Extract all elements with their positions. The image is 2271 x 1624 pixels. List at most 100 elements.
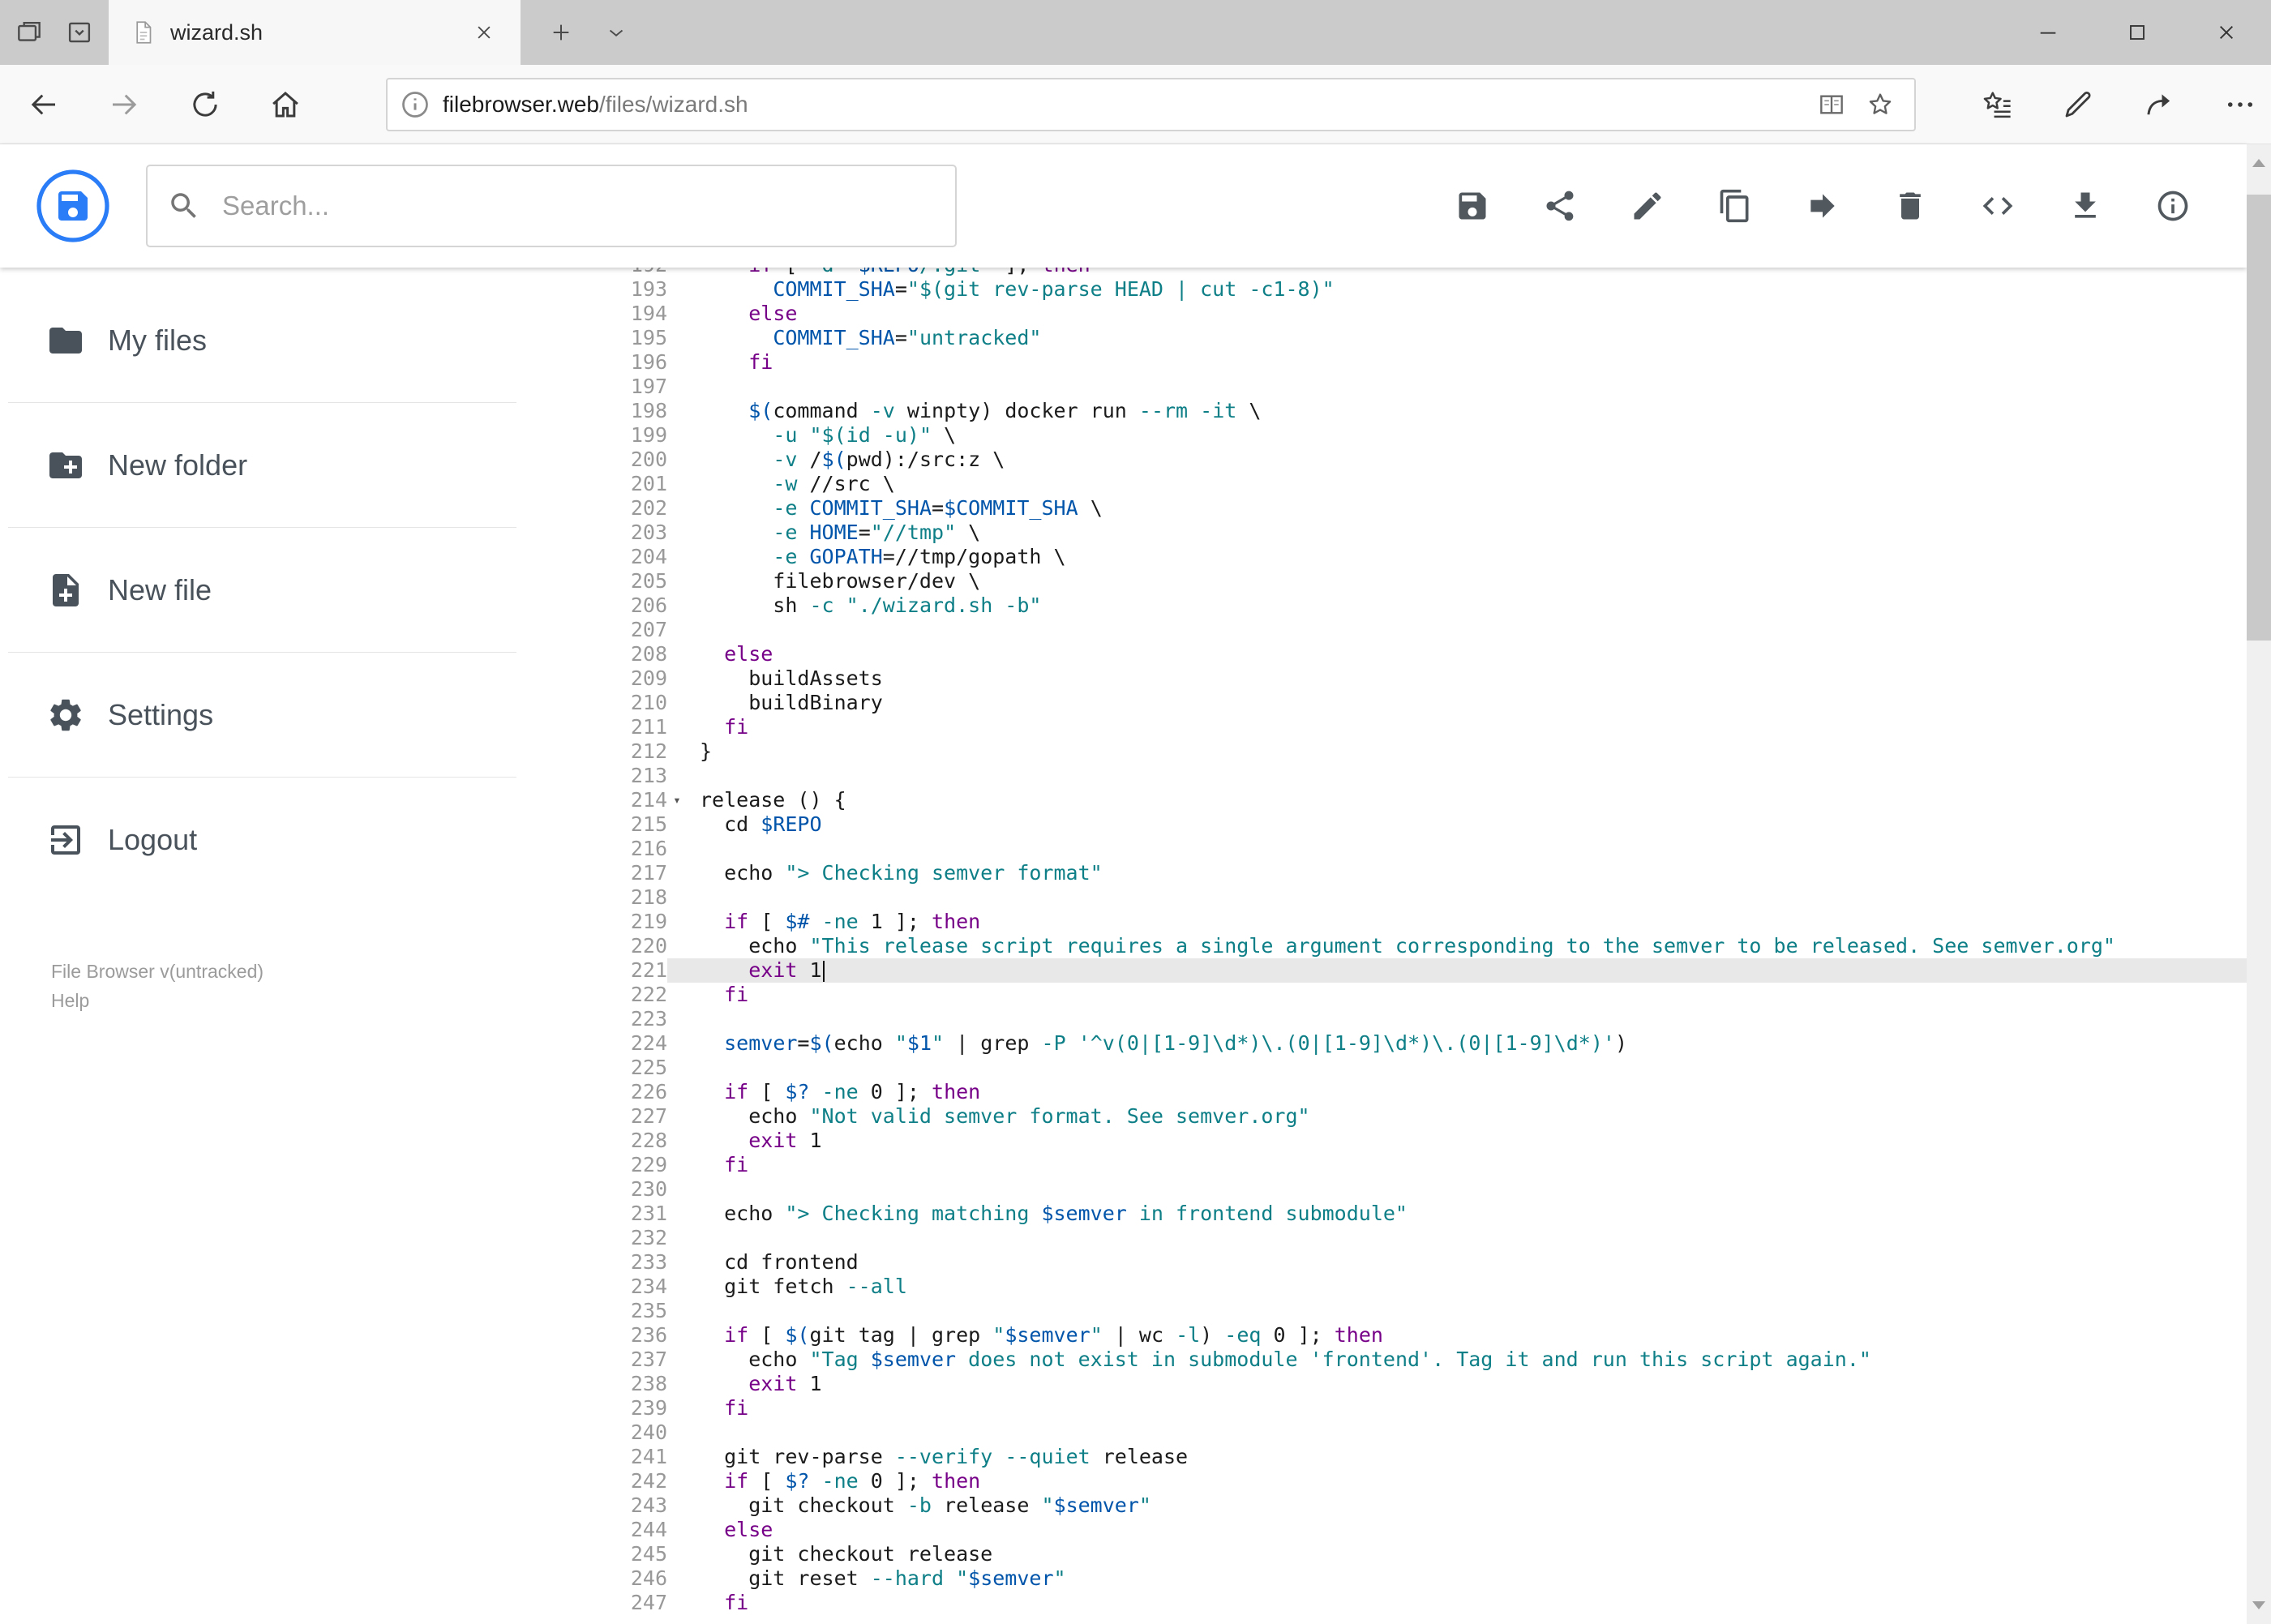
back-button[interactable]	[15, 75, 73, 134]
code-line[interactable]: 208 else	[521, 642, 2247, 666]
code-line[interactable]: 214 ▾ release () {	[521, 788, 2247, 812]
code-line[interactable]: 238 exit 1	[521, 1372, 2247, 1396]
code-line[interactable]: 241 git rev-parse --verify --quiet relea…	[521, 1445, 2247, 1469]
code-line[interactable]: 232	[521, 1226, 2247, 1250]
code-line[interactable]: 206 sh -c "./wizard.sh -b"	[521, 593, 2247, 618]
delete-button[interactable]	[1879, 175, 1941, 237]
code-line[interactable]: 229 fi	[521, 1153, 2247, 1177]
sidebar-item-new-file[interactable]: New file	[0, 528, 521, 653]
code-line[interactable]: 203 -e HOME="//tmp" \	[521, 521, 2247, 545]
code-line[interactable]: 219 if [ $# -ne 1 ]; then	[521, 910, 2247, 934]
code-line[interactable]: 223	[521, 1007, 2247, 1031]
code-line[interactable]: 236 if [ $(git tag | grep "$semver" | wc…	[521, 1323, 2247, 1348]
url-field[interactable]: filebrowser.web/files/wizard.sh	[386, 77, 1916, 131]
code-line[interactable]: 226 if [ $? -ne 0 ]; then	[521, 1080, 2247, 1104]
code-line[interactable]: 204 -e GOPATH=//tmp/gopath \	[521, 545, 2247, 569]
close-window-button[interactable]	[2182, 0, 2271, 65]
code-line[interactable]: 240	[521, 1420, 2247, 1445]
code-line[interactable]: 207	[521, 618, 2247, 642]
code-line[interactable]: 233 cd frontend	[521, 1250, 2247, 1275]
code-line[interactable]: 220 echo "This release script requires a…	[521, 934, 2247, 958]
code-line[interactable]: 200 -v /$(pwd):/src:z \	[521, 448, 2247, 472]
code-line[interactable]: 194 else	[521, 302, 2247, 326]
code-line[interactable]: 244 else	[521, 1518, 2247, 1542]
code-line[interactable]: 217 echo "> Checking semver format"	[521, 861, 2247, 885]
code-line[interactable]: 193 COMMIT_SHA="$(git rev-parse HEAD | c…	[521, 277, 2247, 302]
code-line[interactable]: 196 fi	[521, 350, 2247, 375]
code-line[interactable]: 212}	[521, 739, 2247, 764]
code-line[interactable]: 235	[521, 1299, 2247, 1323]
minimize-button[interactable]	[2003, 0, 2093, 65]
sidebar-item-settings[interactable]: Settings	[0, 653, 521, 778]
code-line[interactable]: 199 -u "$(id -u)" \	[521, 423, 2247, 448]
code-line[interactable]: 247 fi	[521, 1591, 2247, 1615]
new-tab-button[interactable]	[538, 0, 584, 65]
sidebar-item-logout[interactable]: Logout	[0, 778, 521, 902]
filebrowser-logo[interactable]	[34, 167, 112, 245]
tab-list-button[interactable]	[593, 0, 639, 65]
refresh-button[interactable]	[176, 75, 234, 134]
code-line[interactable]: 201 -w //src \	[521, 472, 2247, 496]
code-line[interactable]: 215 cd $REPO	[521, 812, 2247, 837]
code-line[interactable]: 237 echo "Tag $semver does not exist in …	[521, 1348, 2247, 1372]
code-line[interactable]: 243 git checkout -b release "$semver"	[521, 1493, 2247, 1518]
home-button[interactable]	[257, 75, 315, 134]
tab-preview-button[interactable]	[62, 15, 97, 50]
code-line[interactable]: 231 echo "> Checking matching $semver in…	[521, 1202, 2247, 1226]
maximize-button[interactable]	[2093, 0, 2182, 65]
code-line[interactable]: 218	[521, 885, 2247, 910]
forward-button[interactable]	[96, 75, 154, 134]
code-line[interactable]: 221 exit 1	[521, 958, 2247, 983]
code-line[interactable]: 192 if [ -d "$REPO/.git" ]; then	[521, 268, 2247, 277]
sidebar-item-new-folder[interactable]: New folder	[0, 403, 521, 528]
code-line[interactable]: 205 filebrowser/dev \	[521, 569, 2247, 593]
code-line[interactable]: 234 git fetch --all	[521, 1275, 2247, 1299]
add-favorite-button[interactable]	[1859, 84, 1901, 126]
hub-button[interactable]	[1966, 75, 2028, 134]
search-box[interactable]	[146, 165, 957, 247]
vertical-scrollbar[interactable]	[2247, 144, 2271, 1624]
tab-close-button[interactable]	[472, 18, 501, 47]
download-button[interactable]	[2055, 175, 2116, 237]
code-line[interactable]: 202 -e COMMIT_SHA=$COMMIT_SHA \	[521, 496, 2247, 521]
code-line[interactable]: 246 git reset --hard "$semver"	[521, 1566, 2247, 1591]
set-tabs-aside-button[interactable]	[11, 15, 47, 50]
scroll-up-button[interactable]	[2247, 149, 2271, 177]
code-line[interactable]: 209 buildAssets	[521, 666, 2247, 691]
save-button[interactable]	[1442, 175, 1503, 237]
info-button[interactable]	[2142, 175, 2204, 237]
code-editor[interactable]: 192 if [ -d "$REPO/.git" ]; then193 COMM…	[521, 268, 2247, 1624]
code-line[interactable]: 195 COMMIT_SHA="untracked"	[521, 326, 2247, 350]
share-button[interactable]	[1529, 175, 1591, 237]
code-line[interactable]: 245 git checkout release	[521, 1542, 2247, 1566]
help-link[interactable]: Help	[51, 986, 89, 1015]
code-line[interactable]: 213	[521, 764, 2247, 788]
code-line[interactable]: 197	[521, 375, 2247, 399]
web-note-button[interactable]	[2047, 75, 2109, 134]
code-line[interactable]: 222 fi	[521, 983, 2247, 1007]
scrollbar-thumb[interactable]	[2247, 195, 2271, 641]
code-line[interactable]: 239 fi	[521, 1396, 2247, 1420]
code-line[interactable]: 225	[521, 1056, 2247, 1080]
code-line[interactable]: 216	[521, 837, 2247, 861]
code-line[interactable]: 211 fi	[521, 715, 2247, 739]
code-line[interactable]: 227 echo "Not valid semver format. See s…	[521, 1104, 2247, 1129]
scroll-down-button[interactable]	[2247, 1592, 2271, 1619]
code-line[interactable]: 198 $(command -v winpty) docker run --rm…	[521, 399, 2247, 423]
fold-arrow-icon[interactable]: ▾	[667, 788, 687, 812]
share-page-button[interactable]	[2128, 75, 2190, 134]
sidebar-item-my-files[interactable]: My files	[0, 278, 521, 403]
code-line[interactable]: 228 exit 1	[521, 1129, 2247, 1153]
move-button[interactable]	[1792, 175, 1853, 237]
code-line[interactable]: 210 buildBinary	[521, 691, 2247, 715]
raw-code-button[interactable]	[1967, 175, 2029, 237]
search-input[interactable]	[222, 191, 936, 221]
copy-button[interactable]	[1704, 175, 1766, 237]
site-info-icon[interactable]	[399, 88, 431, 121]
edit-button[interactable]	[1617, 175, 1678, 237]
code-line[interactable]: 224 semver=$(echo "$1" | grep -P '^v(0|[…	[521, 1031, 2247, 1056]
browser-tab[interactable]: wizard.sh	[109, 0, 521, 65]
code-line[interactable]: 230	[521, 1177, 2247, 1202]
code-line[interactable]: 242 if [ $? -ne 0 ]; then	[521, 1469, 2247, 1493]
more-menu-button[interactable]	[2209, 75, 2271, 134]
